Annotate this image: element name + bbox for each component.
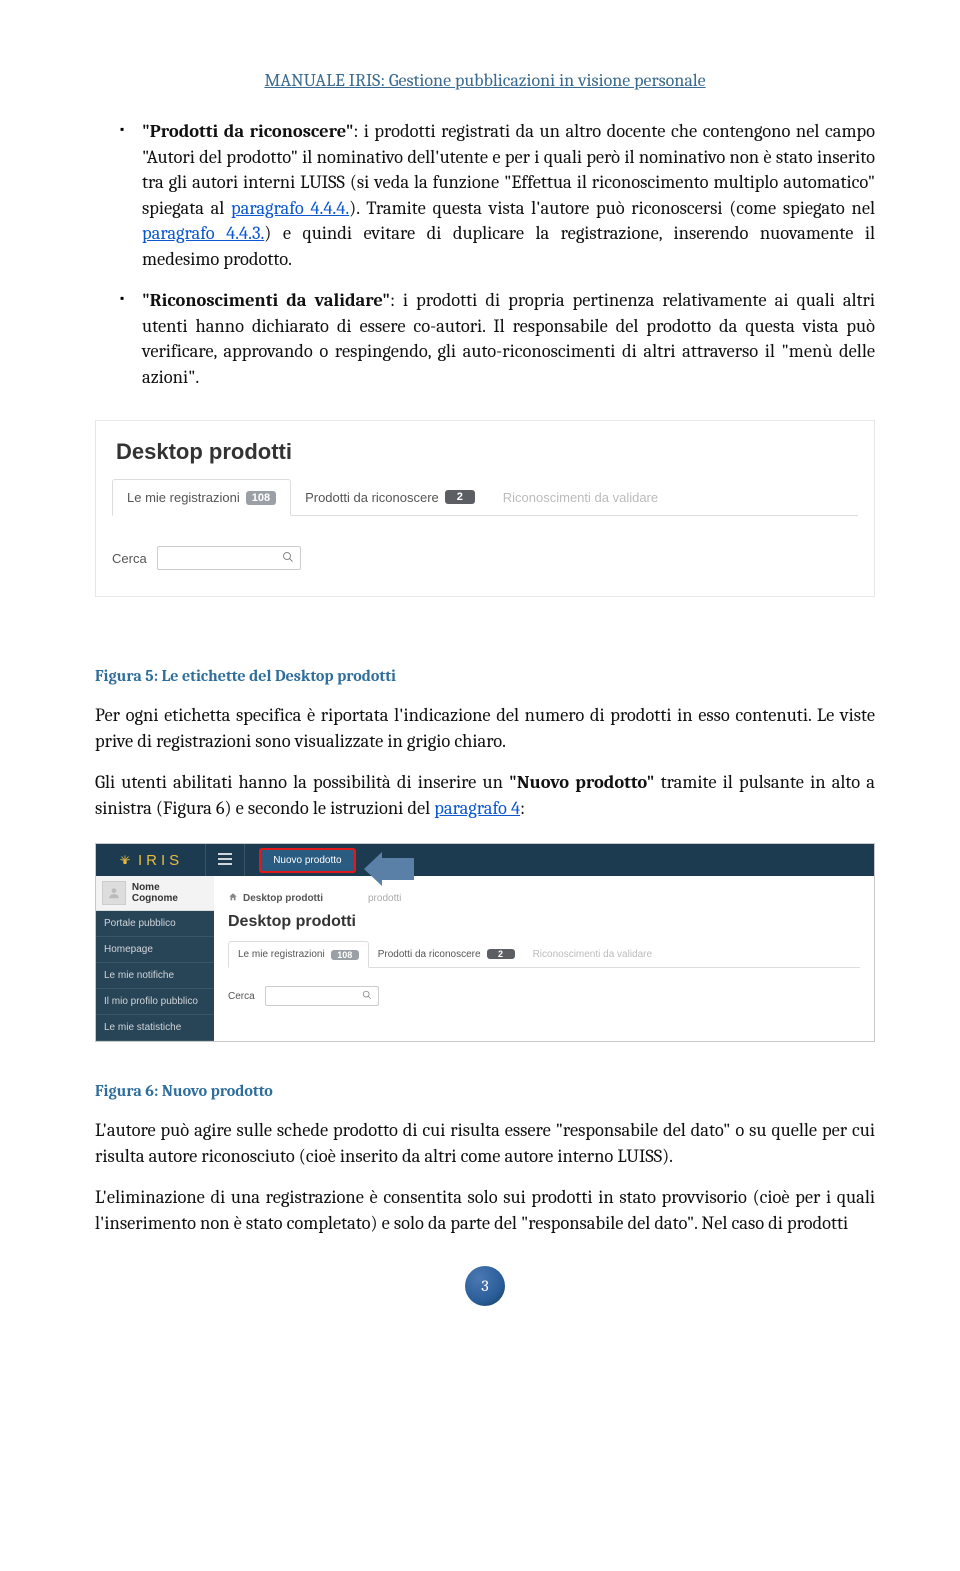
home-icon (228, 892, 238, 905)
figure-caption-6: Figura 6: Nuovo prodotto (95, 1082, 875, 1100)
panel-title: Desktop prodotti (116, 439, 854, 465)
tab-bar: Le mie registrazioni 108 Prodotti da ric… (112, 479, 858, 516)
search-icon (362, 990, 372, 1003)
user-name: Nome Cognome (132, 882, 208, 904)
running-header: MANUALE IRIS: Gestione pubblicazioni in … (95, 70, 875, 91)
tab-prodotti-da-riconoscere[interactable]: Prodotti da riconoscere 2 (369, 941, 524, 967)
link-paragrafo-4[interactable]: paragrafo 4 (434, 797, 520, 819)
sidebar-item-portale[interactable]: Portale pubblico (96, 911, 214, 937)
link-paragrafo-443[interactable]: paragrafo 4.4.3. (142, 222, 264, 244)
text: Gli utenti abilitati hanno la possibilit… (95, 771, 509, 793)
tab-le-mie-registrazioni[interactable]: Le mie registrazioni 108 (228, 941, 369, 968)
breadcrumb: Desktop prodotti prodotti (228, 892, 860, 905)
tab-label: Riconoscimenti da validare (533, 949, 653, 960)
tab-bar: Le mie registrazioni 108 Prodotti da ric… (228, 941, 860, 968)
bullet-prodotti-riconoscere: "Prodotti da riconoscere": i prodotti re… (120, 119, 875, 272)
bullet-text: ). Tramite questa vista l'autore può ric… (349, 197, 875, 219)
iris-logo: IRIS (96, 852, 205, 869)
sidebar-user[interactable]: Nome Cognome (96, 876, 214, 911)
sidebar-item-statistiche[interactable]: Le mie statistiche (96, 1015, 214, 1041)
search-input[interactable] (157, 546, 301, 570)
body-paragraph: Gli utenti abilitati hanno la possibilit… (95, 770, 875, 821)
tab-riconoscimenti-da-validare[interactable]: Riconoscimenti da validare (489, 479, 672, 515)
sidebar-item-notifiche[interactable]: Le mie notifiche (96, 963, 214, 989)
screenshot-desktop-prodotti: Desktop prodotti Le mie registrazioni 10… (95, 420, 875, 597)
hamburger-icon (218, 853, 232, 868)
sidebar: Nome Cognome Portale pubblico Homepage L… (96, 876, 214, 1041)
text-bold: "Nuovo prodotto" (509, 771, 654, 793)
screenshot-nuovo-prodotto: IRIS Nuovo prodotto Nome Cognome Portale… (95, 843, 875, 1042)
bullet-riconoscimenti-validare: "Riconoscimenti da validare": i prodotti… (120, 288, 875, 390)
crumb-item[interactable]: Desktop prodotti (243, 893, 323, 904)
tab-riconoscimenti-da-validare[interactable]: Riconoscimenti da validare (524, 941, 662, 967)
search-label: Cerca (112, 551, 147, 566)
bullet-lead: "Riconoscimenti da validare" (142, 289, 390, 311)
logo-text: IRIS (138, 852, 183, 869)
badge-count: 108 (331, 950, 359, 960)
sidebar-item-profilo[interactable]: Il mio profilo pubblico (96, 989, 214, 1015)
search-label: Cerca (228, 991, 255, 1002)
bullet-lead: "Prodotti da riconoscere" (142, 120, 354, 142)
page-number: 3 (465, 1266, 505, 1306)
callout-arrow (364, 848, 424, 892)
badge-count: 108 (246, 491, 276, 505)
tab-le-mie-registrazioni[interactable]: Le mie registrazioni 108 (112, 479, 291, 516)
tab-prodotti-da-riconoscere[interactable]: Prodotti da riconoscere 2 (291, 479, 489, 515)
text: : (520, 797, 525, 819)
link-paragrafo-444[interactable]: paragrafo 4.4.4. (231, 197, 349, 219)
main-panel: Desktop prodotti prodotti Desktop prodot… (214, 876, 874, 1041)
nuovo-prodotto-button[interactable]: Nuovo prodotto (259, 848, 355, 873)
search-icon (282, 551, 294, 566)
tab-label: Prodotti da riconoscere (378, 949, 481, 960)
sidebar-item-homepage[interactable]: Homepage (96, 937, 214, 963)
hamburger-button[interactable] (205, 844, 245, 876)
tab-label: Prodotti da riconoscere (305, 490, 439, 505)
tab-label: Le mie registrazioni (238, 949, 325, 960)
search-input[interactable] (265, 986, 379, 1006)
tab-label: Riconoscimenti da validare (503, 490, 658, 505)
body-paragraph: Per ogni etichetta specifica è riportata… (95, 703, 875, 754)
body-paragraph: L'eliminazione di una registrazione è co… (95, 1185, 875, 1236)
top-navbar: IRIS Nuovo prodotto (96, 844, 874, 876)
tab-label: Le mie registrazioni (127, 490, 240, 505)
crumb-item: prodotti (368, 893, 401, 904)
figure-caption-5: Figura 5: Le etichette del Desktop prodo… (95, 667, 875, 685)
body-paragraph: L'autore può agire sulle schede prodotto… (95, 1118, 875, 1169)
badge-count: 2 (445, 490, 475, 504)
panel-title: Desktop prodotti (228, 913, 860, 931)
badge-count: 2 (487, 949, 515, 959)
avatar-icon (102, 881, 126, 905)
